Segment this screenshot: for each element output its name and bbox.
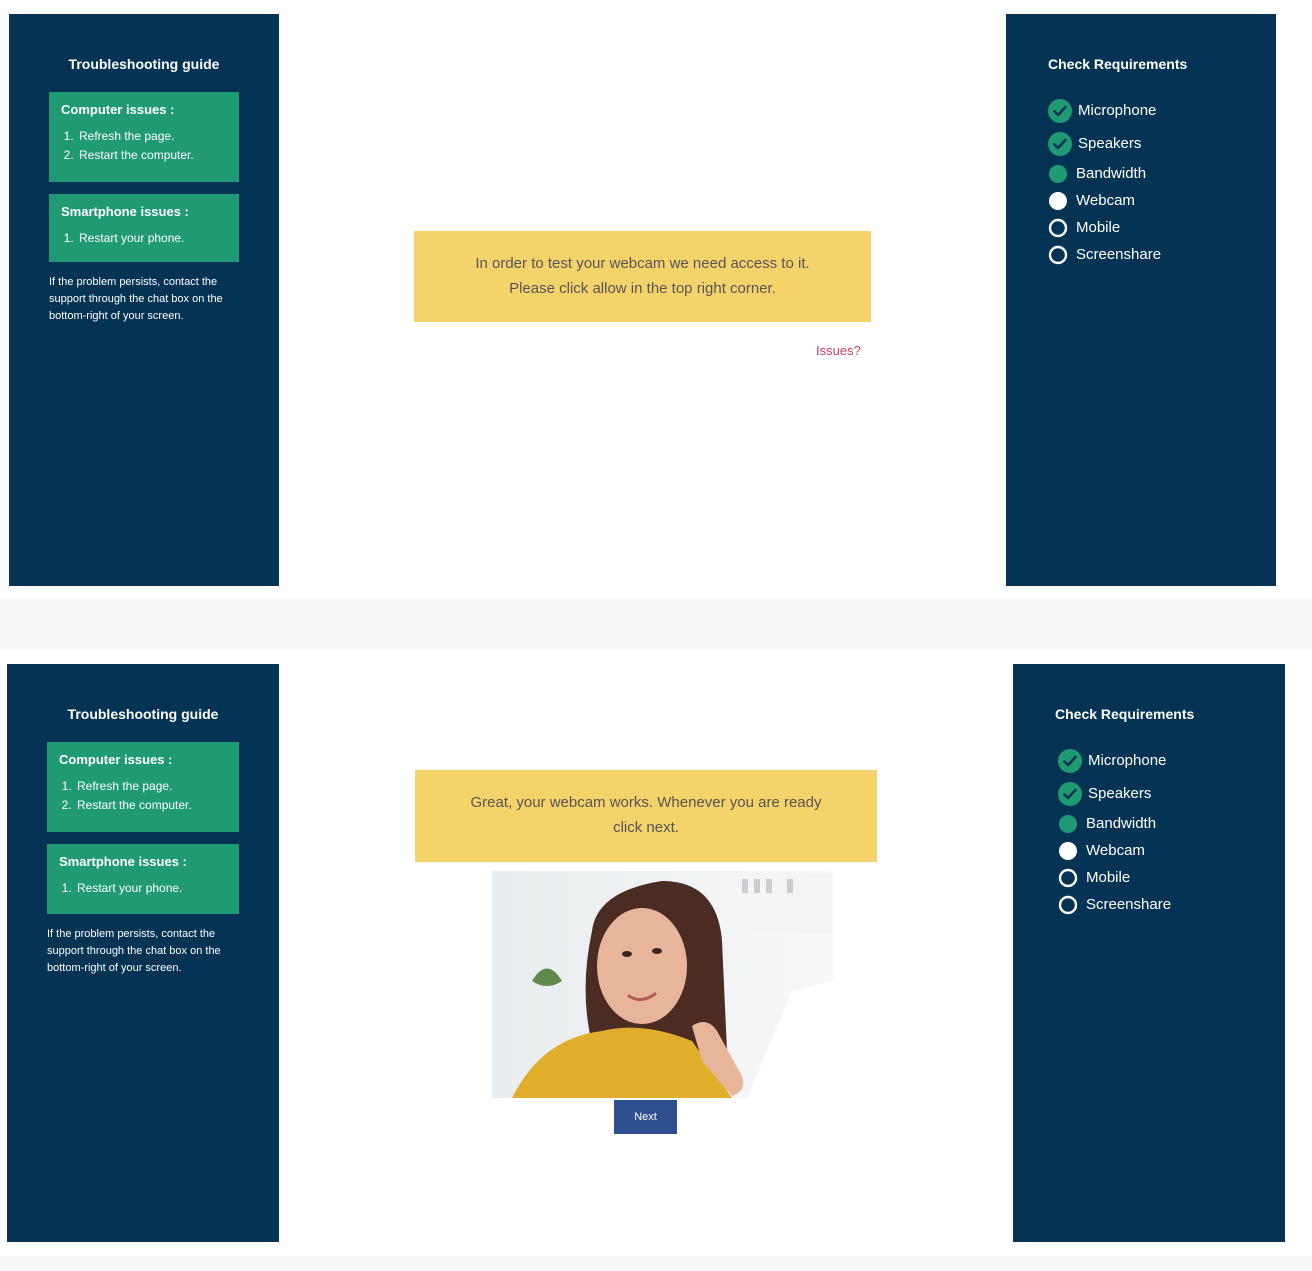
troubleshooting-title: Troubleshooting guide	[68, 56, 220, 72]
next-button[interactable]: Next	[614, 1100, 677, 1134]
notice-line-1: In order to test your webcam we need acc…	[475, 255, 810, 272]
list-item: Restart the computer.	[77, 146, 227, 165]
requirements-sidebar: Check Requirements Microphone Speakers B…	[1013, 664, 1285, 1242]
requirement-label: Webcam	[1076, 192, 1135, 209]
filled-white-circle-icon	[1049, 191, 1067, 210]
requirements-title: Check Requirements	[1048, 56, 1188, 72]
requirement-label: Speakers	[1078, 135, 1142, 152]
requirement-label: Speakers	[1088, 785, 1152, 802]
requirement-label: Mobile	[1086, 869, 1131, 886]
requirement-label: Screenshare	[1086, 896, 1172, 913]
webcam-preview	[492, 871, 833, 1098]
webcam-success-notice: Great, your webcam works. Whenever you a…	[415, 770, 877, 862]
empty-circle-icon	[1058, 868, 1078, 887]
screen-webcam-permission: Troubleshooting guide Computer issues : …	[0, 0, 1312, 598]
troubleshooting-title: Troubleshooting guide	[67, 706, 219, 722]
requirement-bandwidth: Bandwidth	[1048, 160, 1276, 187]
smartphone-issues-title: Smartphone issues :	[61, 204, 189, 219]
smartphone-issues-title: Smartphone issues :	[59, 854, 187, 869]
requirement-label: Webcam	[1086, 842, 1145, 859]
requirement-microphone: Microphone	[1048, 94, 1276, 127]
empty-circle-icon	[1058, 895, 1078, 914]
requirement-label: Bandwidth	[1076, 165, 1147, 182]
requirements-sidebar: Check Requirements Microphone Speakers B…	[1006, 14, 1276, 586]
notice-line-1: Great, your webcam works. Whenever you a…	[470, 794, 822, 811]
notice-line-2: Please click allow in the top right corn…	[509, 280, 776, 297]
computer-issues-title: Computer issues :	[59, 752, 173, 767]
requirement-label: Microphone	[1088, 752, 1167, 769]
screen-webcam-success: Troubleshooting guide Computer issues : …	[0, 650, 1312, 1256]
empty-circle-icon	[1048, 218, 1068, 237]
requirement-speakers: Speakers	[1058, 777, 1285, 810]
requirement-label: Screenshare	[1076, 246, 1162, 263]
requirement-microphone: Microphone	[1058, 744, 1285, 777]
requirement-webcam: Webcam	[1058, 837, 1285, 864]
webcam-access-notice: In order to test your webcam we need acc…	[414, 231, 871, 322]
requirement-screenshare: Screenshare	[1048, 241, 1276, 268]
requirement-speakers: Speakers	[1048, 127, 1276, 160]
computer-issues-steps: Refresh the page. Restart the computer.	[61, 127, 227, 165]
support-hint-text: If the problem persists, contact the sup…	[47, 928, 221, 974]
issues-link[interactable]: Issues?	[816, 343, 861, 358]
list-item: Restart the computer.	[75, 796, 227, 815]
requirements-list: Microphone Speakers Bandwidth Webcam Mob…	[1058, 744, 1285, 918]
requirement-mobile: Mobile	[1048, 214, 1276, 241]
requirement-webcam: Webcam	[1048, 187, 1276, 214]
list-item: Refresh the page.	[77, 127, 227, 146]
list-item: Restart your phone.	[77, 229, 227, 248]
list-item: Refresh the page.	[75, 777, 227, 796]
support-hint-text: If the problem persists, contact the sup…	[49, 276, 223, 322]
requirement-mobile: Mobile	[1058, 864, 1285, 891]
computer-issues-box: Computer issues : Refresh the page. Rest…	[47, 742, 239, 832]
computer-issues-steps: Refresh the page. Restart the computer.	[59, 777, 227, 815]
empty-circle-icon	[1048, 245, 1068, 264]
filled-green-circle-icon	[1049, 164, 1067, 183]
troubleshooting-sidebar: Troubleshooting guide Computer issues : …	[7, 664, 279, 1242]
requirement-label: Mobile	[1076, 219, 1121, 236]
troubleshooting-sidebar: Troubleshooting guide Computer issues : …	[9, 14, 279, 586]
check-circle-icon	[1058, 781, 1082, 806]
check-circle-icon	[1048, 98, 1072, 123]
filled-white-circle-icon	[1059, 841, 1077, 860]
filled-green-circle-icon	[1059, 814, 1077, 833]
requirement-label: Bandwidth	[1086, 815, 1157, 832]
webcam-feed-image	[492, 871, 833, 1098]
smartphone-issues-steps: Restart your phone.	[59, 879, 227, 898]
requirements-list: Microphone Speakers Bandwidth Webcam Mob…	[1048, 94, 1276, 268]
list-item: Restart your phone.	[75, 879, 227, 898]
computer-issues-title: Computer issues :	[61, 102, 175, 117]
smartphone-issues-box: Smartphone issues : Restart your phone.	[49, 194, 239, 262]
requirement-screenshare: Screenshare	[1058, 891, 1285, 918]
smartphone-issues-box: Smartphone issues : Restart your phone.	[47, 844, 239, 914]
notice-line-2: click next.	[613, 819, 679, 836]
requirement-label: Microphone	[1078, 102, 1157, 119]
requirement-bandwidth: Bandwidth	[1058, 810, 1285, 837]
computer-issues-box: Computer issues : Refresh the page. Rest…	[49, 92, 239, 182]
smartphone-issues-steps: Restart your phone.	[61, 229, 227, 248]
check-circle-icon	[1058, 748, 1082, 773]
requirements-title: Check Requirements	[1055, 706, 1195, 722]
check-circle-icon	[1048, 131, 1072, 156]
